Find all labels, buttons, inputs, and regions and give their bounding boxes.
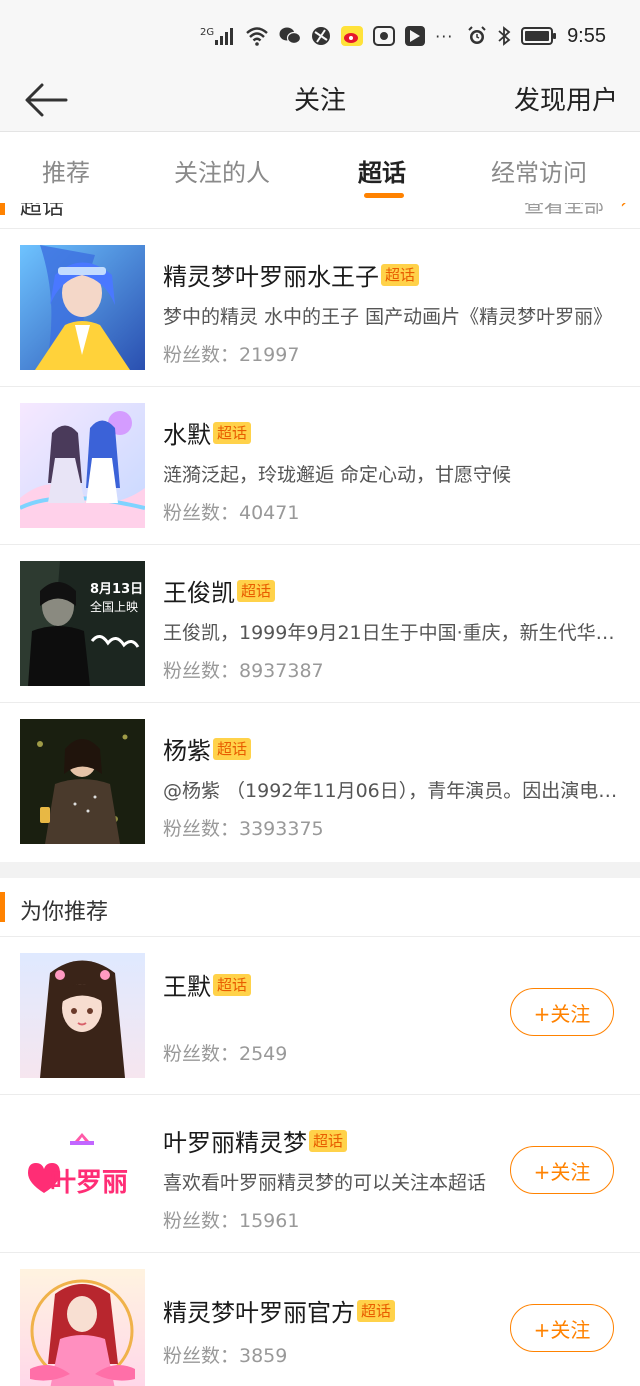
logo-text: 叶罗丽 xyxy=(50,1168,128,1198)
follow-button[interactable]: +关注 xyxy=(510,988,614,1036)
fan-count: 粉丝数：2549 xyxy=(163,1043,288,1065)
topic-name: 精灵梦叶罗丽水王子 xyxy=(163,263,379,291)
cell-signal-icon: 2G xyxy=(200,27,235,45)
super-topic-badge: 超话 xyxy=(381,263,420,286)
top-nav-bar: 关注 发现用户 xyxy=(0,70,640,132)
fan-count: 粉丝数：40471 xyxy=(163,502,300,524)
topic-name: 叶罗丽精灵梦 xyxy=(163,1129,307,1157)
topic-name: 杨紫 xyxy=(163,737,211,765)
topic-title-row: 精灵梦叶罗丽官方 超话 xyxy=(163,1293,396,1328)
tab-following-people[interactable]: 关注的人 xyxy=(174,153,270,188)
weibo-icon xyxy=(341,26,364,46)
topic-avatar xyxy=(20,719,145,844)
status-icons-right: 9:55 xyxy=(467,24,606,48)
view-all-link[interactable]: 查看全部 xyxy=(524,203,604,218)
topic-description: 梦中的精灵 水中的王子 国产动画片《精灵梦叶罗丽》 xyxy=(163,306,613,328)
fan-count: 粉丝数：3859 xyxy=(163,1345,288,1367)
topic-description: 喜欢看叶罗丽精灵梦的可以关注本超话 xyxy=(163,1172,487,1194)
follow-button[interactable]: +关注 xyxy=(510,1304,614,1352)
super-topic-badge: 超话 xyxy=(309,1129,348,1152)
status-bar: 2G ··· 9:55 xyxy=(0,0,640,70)
super-topic-badge: 超话 xyxy=(357,1299,396,1322)
fan-count: 粉丝数：15961 xyxy=(163,1210,300,1232)
list-item[interactable]: 杨紫 超话 @杨紫 （1992年11月06日），青年演员。因出演电视剧 粉丝数：… xyxy=(0,702,640,860)
topic-avatar xyxy=(20,245,145,370)
clock: 9:55 xyxy=(567,24,606,47)
list-item[interactable]: 精灵梦叶罗丽官方 超话 粉丝数：3859 +关注 xyxy=(0,1252,640,1386)
list-item[interactable]: 8月13日 全国上映 王俊凯 超话 王俊凯，1999年9月21日生于中国·重庆，… xyxy=(0,544,640,702)
topic-title-row: 王俊凯 超话 xyxy=(163,573,276,608)
discover-users-button[interactable]: 发现用户 xyxy=(514,80,618,117)
tab-super-topics[interactable]: 超话 xyxy=(358,153,406,188)
poster-date: 8月13日 xyxy=(90,582,143,597)
topic-title-row: 水默 超话 xyxy=(163,415,252,450)
topic-description: 涟漪泛起，玲珑邂逅 命定心动，甘愿守候 xyxy=(163,464,512,486)
topic-name: 王默 xyxy=(163,973,211,1001)
topic-name: 水默 xyxy=(163,421,211,449)
section-accent-bar xyxy=(0,892,5,922)
fan-count: 粉丝数：8937387 xyxy=(163,660,324,682)
super-topic-section-header: 超话 查看全部 › xyxy=(0,203,640,227)
signal-label: 2G xyxy=(200,27,215,38)
topic-name: 精灵梦叶罗丽官方 xyxy=(163,1299,355,1327)
section-divider xyxy=(0,862,640,878)
recommend-section-header: 为你推荐 xyxy=(0,878,640,936)
topic-avatar xyxy=(20,1269,145,1386)
super-topic-badge: 超话 xyxy=(237,579,276,602)
topic-avatar: 8月13日 全国上映 xyxy=(20,561,145,686)
topic-title-row: 杨紫 超话 xyxy=(163,731,252,766)
battery-icon xyxy=(521,27,557,45)
poster-release: 全国上映 xyxy=(90,599,138,614)
super-topic-badge: 超话 xyxy=(213,737,252,760)
tab-recommend[interactable]: 推荐 xyxy=(42,153,90,188)
topic-avatar xyxy=(20,953,145,1078)
app-icon-send xyxy=(405,26,426,46)
topic-title-row: 精灵梦叶罗丽水王子 超话 xyxy=(163,257,420,292)
list-item[interactable]: 精灵梦叶罗丽水王子 超话 梦中的精灵 水中的王子 国产动画片《精灵梦叶罗丽》 粉… xyxy=(0,228,640,386)
topic-avatar xyxy=(20,403,145,528)
topic-avatar: 叶罗丽 xyxy=(20,1111,145,1236)
status-icons-left: 2G ··· xyxy=(200,24,453,48)
chevron-right-icon: › xyxy=(620,203,628,213)
more-status-dots: ··· xyxy=(435,26,454,46)
topic-name: 王俊凯 xyxy=(163,579,235,607)
fan-count: 粉丝数：3393375 xyxy=(163,818,324,840)
wechat-icon xyxy=(279,27,302,45)
browser-icon xyxy=(312,27,331,45)
bluetooth-icon xyxy=(498,26,511,46)
list-item[interactable]: 王默 超话 粉丝数：2549 +关注 xyxy=(0,936,640,1094)
super-topic-badge: 超话 xyxy=(213,421,252,444)
section-accent-bar xyxy=(0,203,5,215)
section-label: 超话 xyxy=(20,203,65,220)
active-tab-indicator xyxy=(364,193,404,198)
fan-count: 粉丝数：21997 xyxy=(163,344,300,366)
app-icon-photo xyxy=(373,26,396,46)
topic-description: @杨紫 （1992年11月06日），青年演员。因出演电视剧 xyxy=(163,780,623,802)
topic-title-row: 叶罗丽精灵梦 超话 xyxy=(163,1123,348,1158)
tab-frequent-visits[interactable]: 经常访问 xyxy=(491,153,587,188)
list-item[interactable]: 水默 超话 涟漪泛起，玲珑邂逅 命定心动，甘愿守候 粉丝数：40471 xyxy=(0,386,640,544)
super-topic-badge: 超话 xyxy=(213,973,252,996)
topic-title-row: 王默 超话 xyxy=(163,967,252,1002)
topic-description: 王俊凯，1999年9月21日生于中国·重庆，新生代华语歌手 xyxy=(163,622,623,644)
wifi-icon xyxy=(246,27,268,46)
tab-bar: 推荐 关注的人 超话 经常访问 xyxy=(0,133,640,203)
alarm-icon xyxy=(468,26,486,44)
section-label: 为你推荐 xyxy=(20,900,109,925)
list-item[interactable]: 叶罗丽 叶罗丽精灵梦 超话 喜欢看叶罗丽精灵梦的可以关注本超话 粉丝数：1596… xyxy=(0,1094,640,1252)
follow-button[interactable]: +关注 xyxy=(510,1146,614,1194)
